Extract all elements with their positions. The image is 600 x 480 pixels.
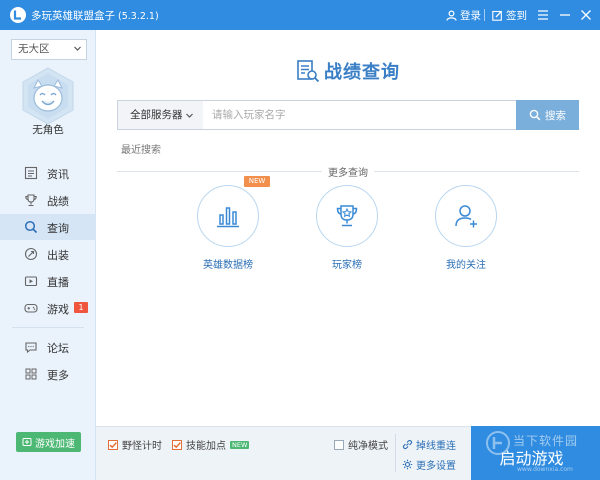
pure-mode-checkbox[interactable]: 纯净模式 xyxy=(334,437,388,452)
recent-search-label: 最近搜索 xyxy=(121,145,161,156)
link-icon xyxy=(402,439,413,450)
notification-badge: 1 xyxy=(74,302,88,313)
pure-mode-label: 纯净模式 xyxy=(348,441,388,452)
more-queries-label: 更多查询 xyxy=(328,168,368,179)
start-game-button[interactable]: 当下软件园 www.downxia.com 启动游戏 xyxy=(471,426,600,480)
login-label: 登录 xyxy=(460,9,481,22)
sidebar-item-label: 更多 xyxy=(47,369,69,382)
checkbox-box xyxy=(334,439,344,450)
page-title: 战绩查询 xyxy=(324,62,400,83)
section-divider xyxy=(117,171,322,172)
player-ranking-circle xyxy=(316,185,378,247)
search-bar: 全部服务器 搜索 xyxy=(117,100,579,130)
region-value: 无大区 xyxy=(18,43,50,55)
search-button[interactable]: 搜索 xyxy=(516,100,579,130)
sidebar-item-live[interactable]: 直播 xyxy=(0,268,96,294)
edit-icon xyxy=(492,10,502,21)
user-icon xyxy=(446,9,457,21)
sidebar-item-label: 资讯 xyxy=(47,168,69,181)
sidebar-item-label: 论坛 xyxy=(47,342,69,355)
sidebar-item-more[interactable]: 更多 xyxy=(0,361,96,387)
sidebar: 无大区 无角色 资讯 战绩 查询 出装 直播 游戏 1 论坛 更多 游戏加速 xyxy=(0,30,96,480)
checkbox-box xyxy=(108,439,118,450)
sidebar-item-label: 游戏 xyxy=(47,303,69,316)
new-tag: NEW xyxy=(230,440,250,449)
search-button-label: 搜索 xyxy=(545,109,566,122)
skill-points-checkbox[interactable]: 技能加点 NEW xyxy=(172,437,250,452)
reconnect-button[interactable]: 掉线重连 xyxy=(402,437,456,452)
more-settings-button[interactable]: 更多设置 xyxy=(402,457,456,472)
live-icon xyxy=(24,276,38,287)
server-select[interactable]: 全部服务器 xyxy=(117,100,204,130)
server-select-value: 全部服务器 xyxy=(130,109,183,121)
gamepad-icon xyxy=(24,303,38,313)
app-logo-icon xyxy=(10,7,26,23)
trophy-icon xyxy=(25,194,37,207)
sidebar-item-label: 查询 xyxy=(47,222,69,235)
page-header: 战绩查询 xyxy=(296,58,400,84)
forum-icon xyxy=(25,342,37,354)
news-icon xyxy=(24,166,38,180)
window-title: 多玩英雄联盟盒子 (5.3.2.1) xyxy=(31,8,159,23)
checkmark-icon xyxy=(109,441,117,448)
avatar[interactable] xyxy=(19,66,77,128)
more-settings-label: 更多设置 xyxy=(416,461,456,472)
sidebar-item-search[interactable]: 查询 xyxy=(0,214,96,240)
hero-data-ranking-circle xyxy=(197,185,259,247)
trophy-star-icon xyxy=(336,205,358,227)
checkmark-icon xyxy=(173,441,181,448)
accelerator-icon xyxy=(22,438,32,446)
jungle-timer-checkbox[interactable]: 野怪计时 xyxy=(108,437,162,452)
hero-name: 无角色 xyxy=(32,124,64,136)
skill-points-label: 技能加点 xyxy=(186,441,226,452)
chevron-down-icon xyxy=(74,46,81,51)
player-ranking-link[interactable]: 玩家榜 xyxy=(308,185,388,275)
title-bar: 多玩英雄联盟盒子 (5.3.2.1) 登录 签到 xyxy=(0,0,600,30)
jungle-timer-label: 野怪计时 xyxy=(122,441,162,452)
bottom-divider xyxy=(395,434,396,472)
menu-icon[interactable] xyxy=(533,5,553,25)
equipment-icon xyxy=(24,247,38,261)
new-tag: NEW xyxy=(244,176,270,187)
region-select[interactable]: 无大区 xyxy=(11,39,87,60)
sidebar-item-equipment[interactable]: 出装 xyxy=(0,241,96,267)
minimize-icon[interactable] xyxy=(555,5,575,25)
gear-icon xyxy=(402,459,413,470)
sidebar-item-news[interactable]: 资讯 xyxy=(0,160,96,186)
my-follow-circle xyxy=(435,185,497,247)
checkbox-box xyxy=(172,439,182,450)
add-user-icon xyxy=(455,205,477,228)
app-name: 多玩英雄联盟盒子 xyxy=(31,10,115,22)
quick-link-label: 英雄数据榜 xyxy=(203,260,253,271)
login-button[interactable]: 登录 xyxy=(446,7,481,23)
sidebar-item-label: 战绩 xyxy=(47,195,69,208)
reconnect-label: 掉线重连 xyxy=(416,441,456,452)
accelerator-label: 游戏加速 xyxy=(35,438,75,450)
bar-chart-icon xyxy=(217,207,239,228)
search-icon xyxy=(529,109,541,121)
quick-link-label: 我的关注 xyxy=(446,260,486,271)
more-grid-icon xyxy=(25,368,37,380)
app-version: (5.3.2.1) xyxy=(118,11,159,22)
checkin-button[interactable]: 签到 xyxy=(492,7,527,23)
player-search-input[interactable] xyxy=(203,100,517,130)
chevron-down-icon xyxy=(186,113,193,118)
sidebar-divider xyxy=(12,327,84,328)
sidebar-item-forum[interactable]: 论坛 xyxy=(0,334,96,360)
titlebar-divider xyxy=(484,9,485,21)
hero-data-ranking-link[interactable]: NEW 英雄数据榜 xyxy=(189,176,270,275)
quick-link-label: 玩家榜 xyxy=(332,260,362,271)
sidebar-item-label: 直播 xyxy=(47,276,69,289)
section-divider xyxy=(374,171,579,172)
search-icon xyxy=(24,220,38,234)
sidebar-item-games[interactable]: 游戏 1 xyxy=(0,295,96,321)
start-game-label: 启动游戏 xyxy=(499,449,564,468)
close-icon[interactable] xyxy=(576,5,596,25)
game-accelerator-button[interactable]: 游戏加速 xyxy=(16,432,81,452)
checkin-label: 签到 xyxy=(506,9,527,22)
my-follow-link[interactable]: 我的关注 xyxy=(427,185,507,275)
sidebar-item-records[interactable]: 战绩 xyxy=(0,187,96,213)
sidebar-item-label: 出装 xyxy=(47,249,69,262)
record-search-icon xyxy=(297,60,320,83)
